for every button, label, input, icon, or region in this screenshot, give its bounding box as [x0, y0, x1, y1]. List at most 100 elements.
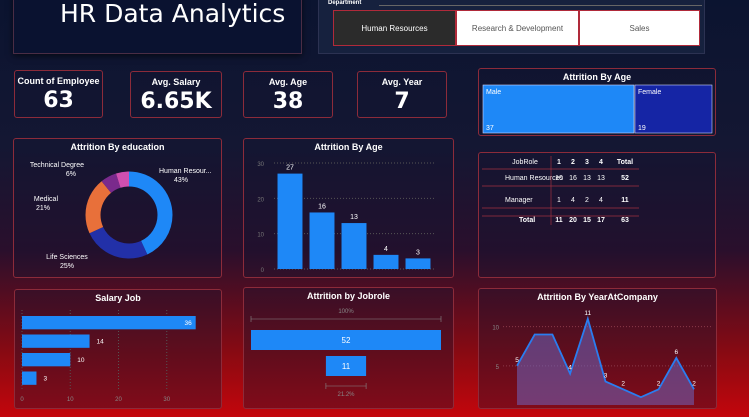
y-tick-label: 10: [492, 326, 499, 332]
point-data-label: 2: [692, 380, 696, 387]
matrix-cell: 1: [557, 159, 561, 166]
salary-bar: [22, 316, 196, 330]
slicer-option-human-resources[interactable]: Human Resources: [333, 10, 456, 46]
matrix-cell: 11: [555, 217, 563, 224]
matrix-cell: JobRole: [512, 159, 538, 166]
matrix-cell: 16: [569, 175, 577, 182]
y-tick-label: 20: [257, 197, 264, 203]
matrix-cell: 4: [599, 197, 603, 204]
point-data-label: 6: [674, 349, 678, 356]
matrix-cell: 1: [557, 197, 561, 204]
matrix-cell: Total: [617, 159, 633, 166]
matrix-cell: Total: [519, 217, 535, 224]
funnel-value: 11: [342, 362, 351, 371]
area-fill: [517, 318, 694, 405]
funnel-value: 52: [342, 336, 351, 345]
funnel-bottom-percent: 21.2%: [337, 392, 355, 398]
point-data-label: 3: [604, 373, 608, 380]
bar-data-label: 4: [384, 246, 388, 253]
title-card: HR Data Analytics: [13, 0, 302, 54]
kpi-avg-salary: Avg. Salary 6.65K: [130, 71, 222, 118]
jobrole-matrix-card: JobRole 1 2 3 4 Total Human Resources 10 16 13 13 5…: [478, 152, 716, 278]
kpi-value: 63: [43, 88, 74, 113]
kpi-count-employee: Count of Employee 63: [14, 70, 103, 118]
y-tick-label: 5: [496, 365, 500, 371]
y-tick-label: 10: [257, 233, 264, 239]
point-data-label: 2: [657, 380, 661, 387]
funnel-top-percent: 100%: [338, 309, 354, 315]
tile-male: [482, 84, 635, 134]
tile-label: Female: [638, 89, 661, 96]
age-bar: [309, 212, 335, 269]
attrition-gender-svg: Male 37 Female 19: [482, 84, 713, 134]
slicer-option-research-development[interactable]: Research & Development: [456, 10, 579, 46]
matrix-cell: 15: [583, 217, 591, 224]
matrix-cell: 20: [569, 217, 577, 224]
matrix-cell: 4: [599, 159, 603, 166]
x-tick-label: 30: [163, 397, 170, 403]
point-data-label: 11: [584, 310, 591, 317]
matrix-cell: 63: [621, 217, 629, 224]
education-donut-svg: Human Resour... 43% Life Sciences 25% Medica…: [30, 162, 212, 270]
matrix-cell: 13: [583, 175, 591, 182]
slicer-divider: [379, 5, 702, 6]
attrition-gender-card: Attrition By Age Male 37 Female 19: [478, 68, 716, 136]
matrix-cell: 4: [571, 197, 575, 204]
age-bar: [405, 258, 431, 269]
matrix-cell: Manager: [505, 197, 533, 204]
tile-value: 37: [486, 125, 494, 132]
donut-category-label: Medical: [34, 196, 59, 203]
matrix-cell: 52: [621, 175, 629, 182]
matrix-cell: 2: [585, 197, 589, 204]
bar-data-label: 3: [43, 376, 47, 383]
salary-bar: [22, 371, 37, 385]
salary-job-svg: 0 10 20 30 36 14 10 3: [20, 310, 196, 403]
bar-data-label: 14: [97, 339, 105, 346]
jobrole-funnel-card: Attrition by Jobrole 100% 52 11 21.2%: [243, 287, 454, 409]
age-bar: [277, 173, 303, 269]
kpi-value: 38: [272, 89, 304, 114]
matrix-cell: 17: [597, 217, 605, 224]
kpi-avg-age: Avg. Age 38: [243, 71, 333, 118]
matrix-cell: 13: [597, 175, 605, 182]
year-area-svg: 5 10 5 4 11 3 2 2 6 2: [492, 310, 711, 405]
x-tick-label: 0: [20, 397, 24, 403]
donut-category-label: Technical Degree: [30, 162, 84, 169]
donut-category-label: Life Sciences: [46, 254, 88, 261]
salary-bar: [22, 334, 90, 348]
y-tick-label: 30: [257, 162, 264, 168]
matrix-cell: 2: [571, 159, 575, 166]
slicer-option-sales[interactable]: Sales: [579, 10, 700, 46]
donut-category-label: Human Resour...: [159, 168, 212, 175]
jobrole-funnel-svg: 100% 52 11 21.2%: [250, 309, 442, 398]
kpi-label: Count of Employee: [17, 76, 100, 86]
point-data-label: 4: [568, 365, 572, 372]
kpi-value: 6.65K: [140, 89, 212, 114]
bar-data-label: 10: [77, 357, 85, 364]
kpi-label: Avg. Salary: [151, 77, 201, 87]
age-bar: [341, 223, 367, 269]
page-title: HR Data Analytics: [60, 0, 286, 28]
point-data-label: 5: [515, 357, 519, 364]
age-bar: [373, 254, 399, 269]
bar-data-label: 13: [350, 214, 358, 221]
kpi-value: 7: [394, 89, 410, 114]
tile-value: 19: [638, 125, 646, 132]
donut-percent-label: 43%: [174, 177, 188, 184]
salary-job-card: Salary Job 0 10 20 30 36 14 10 3: [14, 289, 222, 409]
kpi-avg-year: Avg. Year 7: [357, 71, 447, 118]
salary-bar: [22, 353, 71, 367]
age-bar-svg: 0 10 20 30 27 16 13 4 3: [257, 162, 434, 274]
matrix-cell: 11: [621, 197, 629, 204]
department-slicer: Department Human Resources Research & De…: [318, 0, 705, 54]
tile-label: Male: [486, 89, 501, 96]
jobrole-matrix-svg: JobRole 1 2 3 4 TotalHuman Resources10 16 13 13 5…: [482, 156, 639, 225]
donut-percent-label: 21%: [36, 205, 50, 212]
year-area-card: Attrition By YearAtCompany 5 10 5 4 11 3 2 2 6 2: [478, 288, 717, 409]
kpi-label: Avg. Year: [381, 77, 423, 87]
bar-data-label: 27: [286, 165, 294, 172]
matrix-cell: 10: [555, 175, 563, 182]
donut-percent-label: 6%: [66, 171, 76, 178]
x-tick-label: 20: [115, 397, 122, 403]
education-donut-card: Attrition By education Human Resour... 43…: [13, 138, 222, 278]
